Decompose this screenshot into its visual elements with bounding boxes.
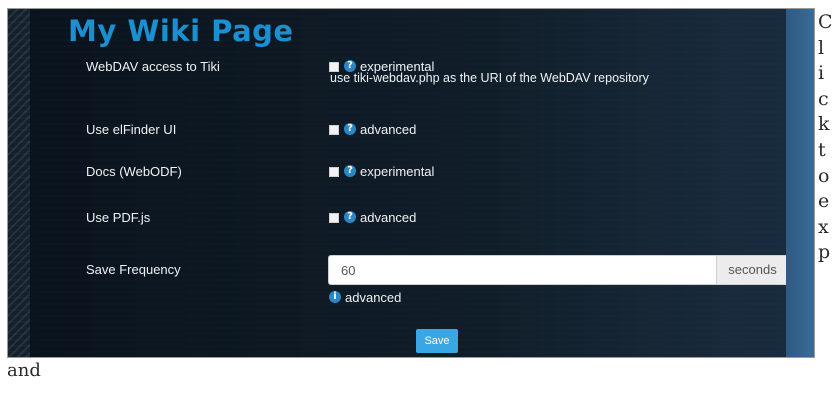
label-webdav: WebDAV access to Tiki (86, 59, 220, 74)
click-to-expand-tail[interactable]: and (7, 360, 41, 381)
label-save-frequency: Save Frequency (86, 262, 181, 277)
side-letter: x (818, 215, 829, 238)
side-letter: c (818, 87, 829, 110)
checkbox-webodf[interactable] (329, 167, 339, 177)
help-icon[interactable]: ? (344, 123, 356, 135)
side-letter: o (818, 164, 830, 187)
webdav-note: use tiki-webdav.php as the URI of the We… (330, 71, 649, 85)
click-to-expand-link[interactable]: C l i c k t o e x p (818, 10, 834, 266)
help-icon[interactable]: ? (344, 165, 356, 177)
tag-pdfjs: advanced (360, 210, 417, 225)
label-webodf: Docs (WebODF) (86, 164, 182, 179)
settings-panel: My Wiki Page WebDAV access to Tiki ? exp… (30, 9, 789, 357)
label-pdfjs: Use PDF.js (86, 210, 151, 225)
side-letter: k (818, 113, 830, 136)
save-frequency-input[interactable]: 60 (328, 255, 716, 285)
side-letter: e (818, 190, 830, 213)
label-elfinder: Use elFinder UI (86, 122, 177, 137)
save-button[interactable]: Save (416, 329, 458, 353)
side-letter: p (818, 241, 831, 264)
tag-save-frequency: advanced (345, 290, 402, 305)
preview-frame: My Wiki Page WebDAV access to Tiki ? exp… (7, 8, 815, 358)
checkbox-pdfjs[interactable] (329, 213, 339, 223)
help-icon[interactable]: ? (344, 211, 356, 223)
checkbox-elfinder[interactable] (329, 125, 339, 135)
side-letter: i (818, 62, 825, 85)
page-title: My Wiki Page (68, 14, 294, 48)
info-icon: i (329, 291, 341, 303)
side-letter: t (818, 138, 826, 161)
tag-webodf: experimental (360, 164, 435, 179)
side-letter: C (818, 11, 833, 33)
seconds-addon: seconds (716, 255, 789, 285)
tag-elfinder: advanced (360, 122, 417, 137)
side-letter: l (818, 36, 825, 59)
